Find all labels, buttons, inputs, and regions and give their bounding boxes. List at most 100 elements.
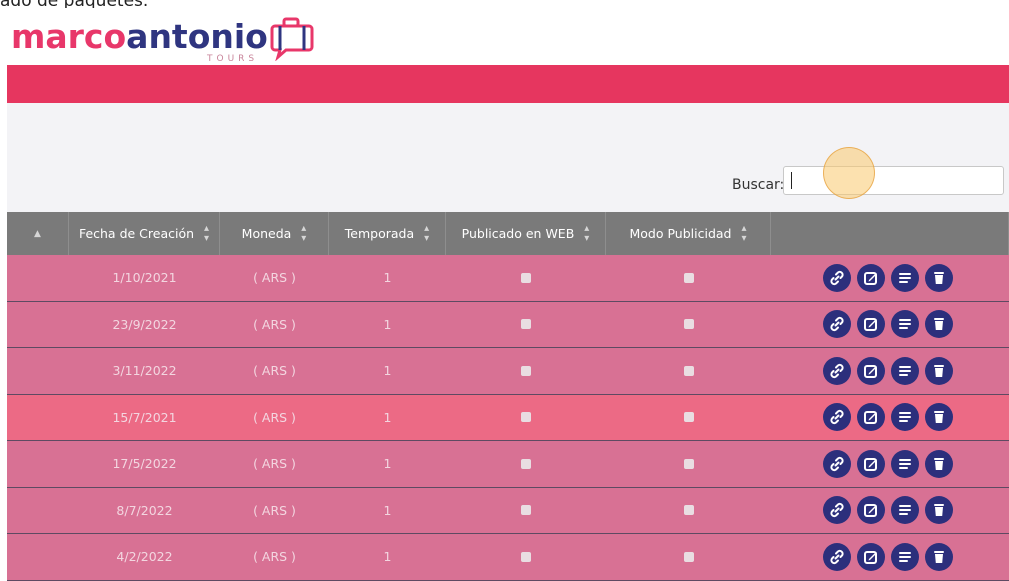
cell-actions	[771, 302, 1009, 348]
link-button[interactable]	[823, 263, 851, 292]
cell-moneda: ( ARS )	[253, 316, 296, 332]
details-button[interactable]	[891, 496, 919, 525]
cell-publicado-web	[446, 395, 606, 441]
cell-fecha: 3/11/2022	[112, 363, 177, 379]
suitcase-icon	[270, 17, 314, 65]
publicado-web-checkbox[interactable]	[521, 412, 531, 423]
cell-temporada: 1	[383, 363, 392, 379]
details-icon	[897, 316, 913, 332]
link-button[interactable]	[823, 403, 851, 432]
link-button[interactable]	[823, 356, 851, 385]
header: marcoantonio TOURS	[7, 8, 1009, 65]
edit-button[interactable]	[857, 356, 885, 385]
edit-button[interactable]	[857, 310, 885, 339]
table-row[interactable]: 3/11/2022 ( ARS ) 1	[7, 348, 1009, 395]
link-button[interactable]	[823, 496, 851, 525]
search-label: Buscar:	[732, 177, 785, 193]
trash-icon	[931, 363, 947, 379]
details-icon	[897, 549, 913, 565]
cell-temporada: 1	[383, 316, 392, 332]
col-header-fecha[interactable]: Fecha de Creación ▴ ▾	[69, 212, 220, 255]
click-indicator	[823, 147, 875, 199]
publicado-web-checkbox[interactable]	[521, 505, 531, 516]
edit-icon	[863, 409, 879, 425]
publicado-web-checkbox[interactable]	[521, 272, 531, 283]
details-button[interactable]	[891, 356, 919, 385]
col-header-modo-publicidad[interactable]: Modo Publicidad ▴ ▾	[606, 212, 771, 255]
details-button[interactable]	[891, 403, 919, 432]
edit-button[interactable]	[857, 542, 885, 571]
trash-button[interactable]	[925, 403, 953, 432]
cell-actions	[771, 534, 1009, 580]
modo-publicidad-checkbox[interactable]	[683, 505, 694, 516]
publicado-web-checkbox[interactable]	[521, 319, 531, 330]
details-icon	[897, 270, 913, 286]
cell-moneda: ( ARS )	[253, 456, 296, 472]
edit-button[interactable]	[857, 263, 885, 292]
cell-publicado-web	[446, 534, 606, 580]
modo-publicidad-checkbox[interactable]	[683, 458, 694, 469]
col-header-moneda[interactable]: Moneda ▴ ▾	[220, 212, 329, 255]
cell-modo-publicidad	[606, 395, 771, 441]
table-row[interactable]: 15/7/2021 ( ARS ) 1	[7, 394, 1009, 441]
col-header-temporada[interactable]: Temporada ▴ ▾	[329, 212, 446, 255]
trash-button[interactable]	[925, 310, 953, 339]
modo-publicidad-checkbox[interactable]	[683, 365, 694, 376]
link-icon	[829, 502, 845, 518]
link-button[interactable]	[823, 449, 851, 478]
publicado-web-checkbox[interactable]	[521, 458, 531, 469]
cell-temporada: 1	[383, 270, 392, 286]
table-row[interactable]: 8/7/2022 ( ARS ) 1	[7, 487, 1009, 534]
row-control-cell	[7, 488, 69, 534]
publicado-web-checkbox[interactable]	[521, 365, 531, 376]
trash-icon	[931, 456, 947, 472]
col-header-sort[interactable]: ▲	[7, 212, 69, 255]
row-control-cell	[7, 255, 69, 301]
publicado-web-checkbox[interactable]	[521, 551, 531, 562]
trash-button[interactable]	[925, 263, 953, 292]
cell-publicado-web	[446, 302, 606, 348]
table-row[interactable]: 23/9/2022 ( ARS ) 1	[7, 301, 1009, 348]
link-icon	[829, 409, 845, 425]
sort-icon: ▴ ▾	[584, 222, 590, 244]
table-row[interactable]: 17/5/2022 ( ARS ) 1	[7, 441, 1009, 488]
cell-fecha: 8/7/2022	[116, 502, 173, 518]
cell-modo-publicidad	[606, 348, 771, 394]
trash-button[interactable]	[925, 542, 953, 571]
edit-icon	[863, 456, 879, 472]
details-button[interactable]	[891, 449, 919, 478]
sort-icon: ▴ ▾	[741, 222, 747, 244]
link-button[interactable]	[823, 542, 851, 571]
cell-temporada: 1	[383, 549, 392, 565]
cell-fecha: 23/9/2022	[112, 316, 177, 332]
details-button[interactable]	[891, 310, 919, 339]
modo-publicidad-checkbox[interactable]	[683, 551, 694, 562]
search-input[interactable]	[783, 166, 1004, 195]
cell-fecha: 17/5/2022	[112, 456, 177, 472]
row-control-cell	[7, 534, 69, 580]
modo-publicidad-checkbox[interactable]	[683, 319, 694, 330]
table-row[interactable]: 4/2/2022 ( ARS ) 1	[7, 534, 1009, 581]
brand-tagline: TOURS	[207, 54, 259, 64]
edit-button[interactable]	[857, 496, 885, 525]
modo-publicidad-checkbox[interactable]	[683, 272, 694, 283]
details-button[interactable]	[891, 263, 919, 292]
col-header-publicado-web[interactable]: Publicado en WEB ▴ ▾	[446, 212, 606, 255]
edit-icon	[863, 549, 879, 565]
cell-fecha: 4/2/2022	[116, 549, 173, 565]
modo-publicidad-checkbox[interactable]	[683, 412, 694, 423]
details-button[interactable]	[891, 542, 919, 571]
trash-button[interactable]	[925, 449, 953, 478]
edit-button[interactable]	[857, 403, 885, 432]
link-button[interactable]	[823, 310, 851, 339]
trash-icon	[931, 409, 947, 425]
table-row[interactable]: 1/10/2021 ( ARS ) 1	[7, 255, 1009, 302]
trash-button[interactable]	[925, 356, 953, 385]
trash-button[interactable]	[925, 496, 953, 525]
cell-actions	[771, 395, 1009, 441]
cell-modo-publicidad	[606, 488, 771, 534]
cell-moneda: ( ARS )	[253, 409, 296, 425]
cell-temporada: 1	[383, 409, 392, 425]
cell-publicado-web	[446, 255, 606, 301]
edit-button[interactable]	[857, 449, 885, 478]
